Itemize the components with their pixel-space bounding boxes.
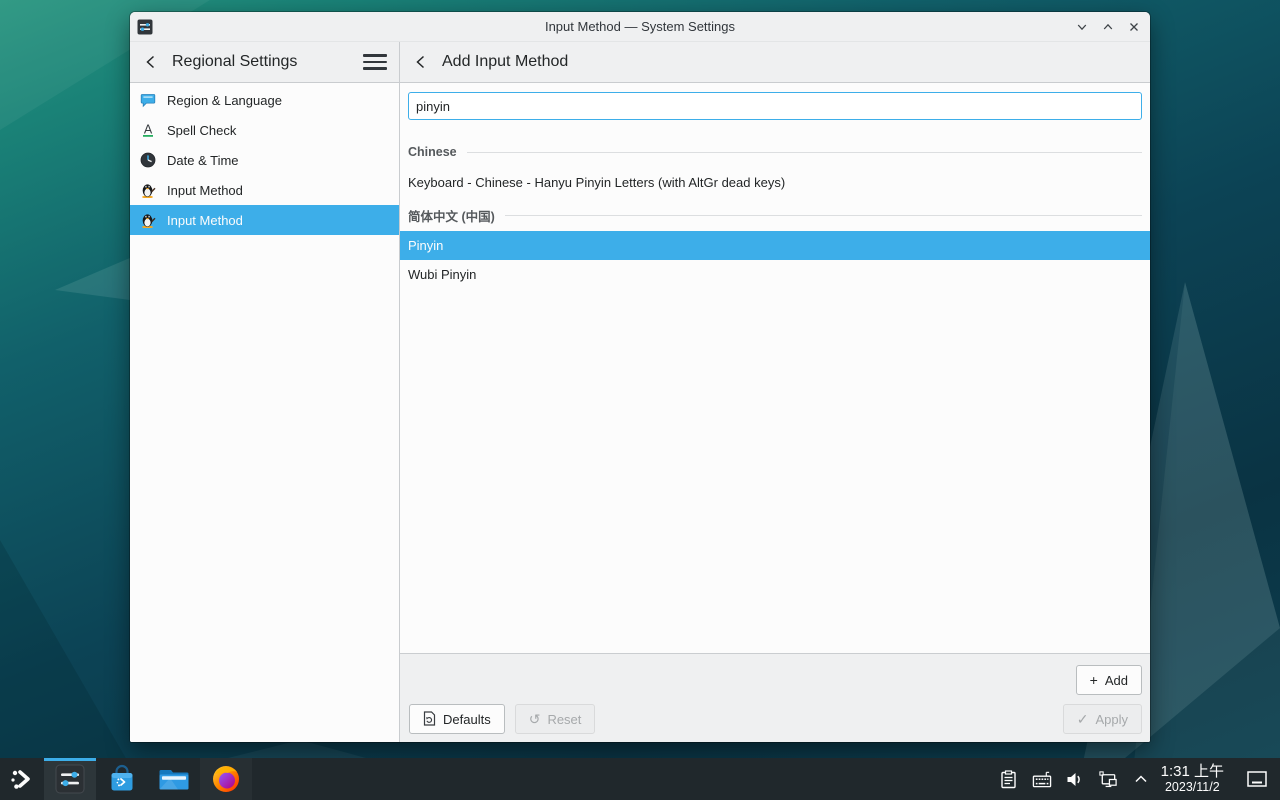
window-controls	[1074, 12, 1142, 42]
sidebar-item-label: Spell Check	[167, 123, 236, 138]
sidebar: Region & Language A Spell Check	[130, 83, 400, 742]
group-header-chinese: Chinese	[400, 144, 1150, 160]
group-title: 简体中文 (中国)	[408, 206, 495, 225]
svg-text:A: A	[144, 123, 153, 137]
taskbar: 1:31 上午 2023/11/2	[0, 758, 1280, 800]
clock-icon	[140, 152, 156, 168]
add-button[interactable]: + Add	[1076, 665, 1142, 695]
list-item-keyboard-hanyu[interactable]: Keyboard - Chinese - Hanyu Pinyin Letter…	[400, 168, 1150, 197]
sidebar-header: Regional Settings	[130, 42, 400, 82]
tux-icon	[140, 212, 156, 228]
main-panel: Chinese Keyboard - Chinese - Hanyu Pinyi…	[400, 83, 1150, 742]
close-icon[interactable]	[1126, 19, 1142, 35]
menu-icon[interactable]	[363, 52, 387, 72]
plus-icon: +	[1090, 673, 1098, 687]
clock-date: 2023/11/2	[1161, 780, 1224, 794]
window-title: Input Method — System Settings	[130, 19, 1150, 34]
sidebar-item-label: Input Method	[167, 213, 243, 228]
defaults-button-label: Defaults	[443, 712, 491, 727]
minimize-icon[interactable]	[1074, 19, 1090, 35]
search-area	[400, 83, 1150, 128]
input-method-list: Chinese Keyboard - Chinese - Hanyu Pinyi…	[400, 128, 1150, 653]
clock[interactable]: 1:31 上午 2023/11/2	[1161, 764, 1224, 795]
reset-button-label: Reset	[547, 712, 581, 727]
desktop: Input Method — System Settings Regional …	[0, 0, 1280, 800]
clock-time: 1:31 上午	[1161, 764, 1224, 781]
sidebar-back-icon[interactable]	[142, 53, 160, 71]
titlebar[interactable]: Input Method — System Settings	[130, 12, 1150, 42]
list-item-wubi-pinyin[interactable]: Wubi Pinyin	[400, 260, 1150, 289]
app-launcher-icon[interactable]	[0, 758, 44, 800]
sidebar-item-input-method-1[interactable]: Input Method	[130, 175, 399, 205]
system-settings-app-icon	[137, 19, 153, 35]
spellcheck-icon: A	[140, 122, 156, 138]
header-bar: Regional Settings Add Input Method	[130, 42, 1150, 83]
system-settings-window: Input Method — System Settings Regional …	[130, 12, 1150, 742]
group-header-simplified-chinese: 简体中文 (中国)	[400, 207, 1150, 223]
network-icon[interactable]	[1098, 769, 1118, 789]
keyboard-icon[interactable]	[1032, 769, 1052, 789]
sidebar-item-input-method-2[interactable]: Input Method	[130, 205, 399, 235]
chat-bubble-icon	[140, 92, 156, 108]
check-icon: ✓	[1077, 712, 1089, 726]
task-discover[interactable]	[96, 758, 148, 800]
defaults-button[interactable]: Defaults	[409, 704, 505, 734]
search-input[interactable]	[408, 92, 1142, 120]
reset-button[interactable]: ↺ Reset	[515, 704, 596, 734]
sidebar-item-spell-check[interactable]: A Spell Check	[130, 115, 399, 145]
task-dolphin[interactable]	[148, 758, 200, 800]
page-title: Add Input Method	[442, 53, 568, 71]
sidebar-item-label: Input Method	[167, 183, 243, 198]
sidebar-item-date-time[interactable]: Date & Time	[130, 145, 399, 175]
group-divider	[505, 215, 1142, 216]
clipboard-icon[interactable]	[999, 769, 1019, 789]
tray-expand-icon[interactable]	[1131, 769, 1151, 789]
task-firefox[interactable]	[200, 758, 252, 800]
undo-icon: ↺	[529, 712, 541, 726]
system-tray	[999, 769, 1151, 789]
footer-bar: + Add	[400, 653, 1150, 742]
add-button-label: Add	[1105, 673, 1128, 688]
apply-button[interactable]: ✓ Apply	[1063, 704, 1142, 734]
group-title: Chinese	[408, 145, 457, 159]
volume-icon[interactable]	[1065, 769, 1085, 789]
page-back-icon[interactable]	[412, 53, 430, 71]
sidebar-item-region-language[interactable]: Region & Language	[130, 85, 399, 115]
task-system-settings[interactable]	[44, 758, 96, 800]
apply-button-label: Apply	[1095, 712, 1128, 727]
sidebar-item-label: Date & Time	[167, 153, 239, 168]
document-revert-icon	[423, 711, 436, 728]
tux-icon	[140, 182, 156, 198]
group-divider	[467, 152, 1142, 153]
sidebar-title: Regional Settings	[172, 53, 297, 71]
sidebar-item-label: Region & Language	[167, 93, 282, 108]
maximize-icon[interactable]	[1100, 19, 1116, 35]
page-header: Add Input Method	[400, 42, 1150, 82]
list-item-pinyin[interactable]: Pinyin	[400, 231, 1150, 260]
show-desktop-icon[interactable]	[1244, 766, 1270, 792]
